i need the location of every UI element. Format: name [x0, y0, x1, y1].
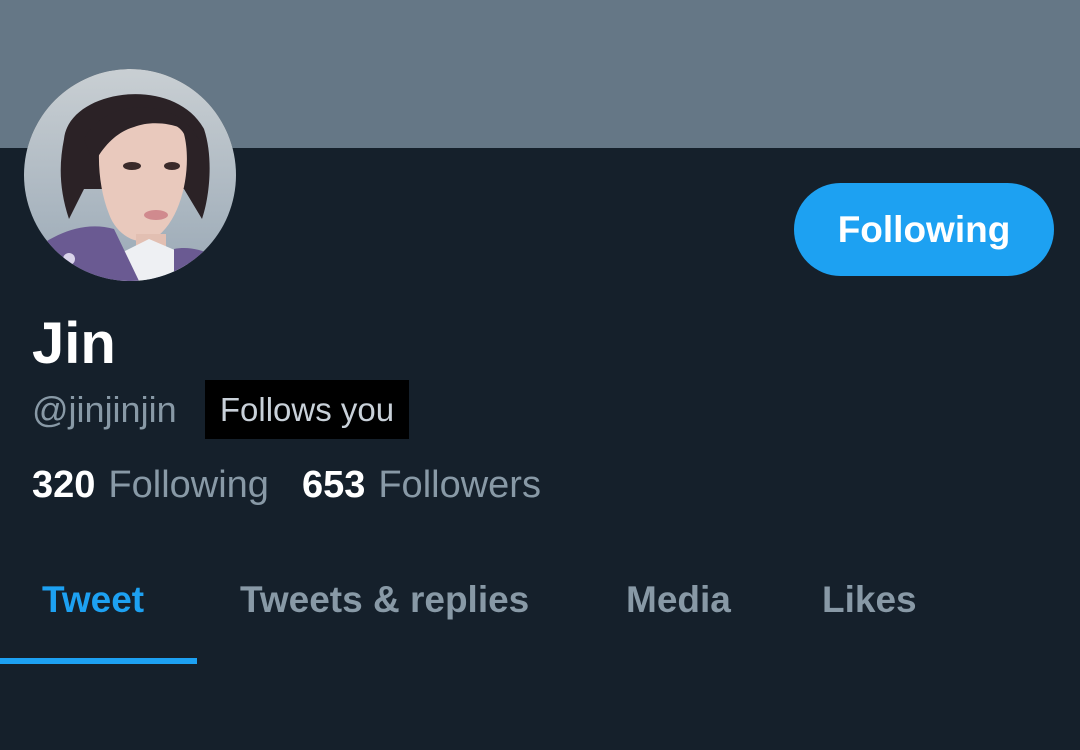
tab-media[interactable]: Media — [626, 560, 731, 640]
avatar-image — [24, 69, 236, 281]
user-handle: @jinjinjin — [32, 389, 177, 430]
following-stat[interactable]: 320 Following — [32, 464, 269, 507]
following-button[interactable]: Following — [794, 183, 1054, 276]
avatar[interactable] — [24, 69, 236, 281]
followers-label: Followers — [378, 463, 541, 506]
following-label: Following — [108, 463, 269, 506]
follow-stats: 320 Following 653 Followers — [32, 461, 541, 509]
tab-tweet[interactable]: Tweet — [42, 560, 144, 640]
following-count: 320 — [32, 463, 96, 506]
active-tab-indicator — [0, 658, 197, 664]
profile-page: Following Jin @jinjinjin Follows you 320… — [0, 0, 1080, 750]
tab-likes[interactable]: Likes — [822, 560, 917, 640]
tab-tweets-and-replies[interactable]: Tweets & replies — [240, 560, 529, 640]
display-name: Jin — [32, 311, 116, 376]
followers-stat[interactable]: 653 Followers — [302, 464, 541, 507]
profile-tabs: Tweet Tweets & replies Media Likes — [0, 560, 1080, 664]
followers-count: 653 — [301, 463, 366, 506]
follows-you-badge: Follows you — [205, 380, 409, 439]
